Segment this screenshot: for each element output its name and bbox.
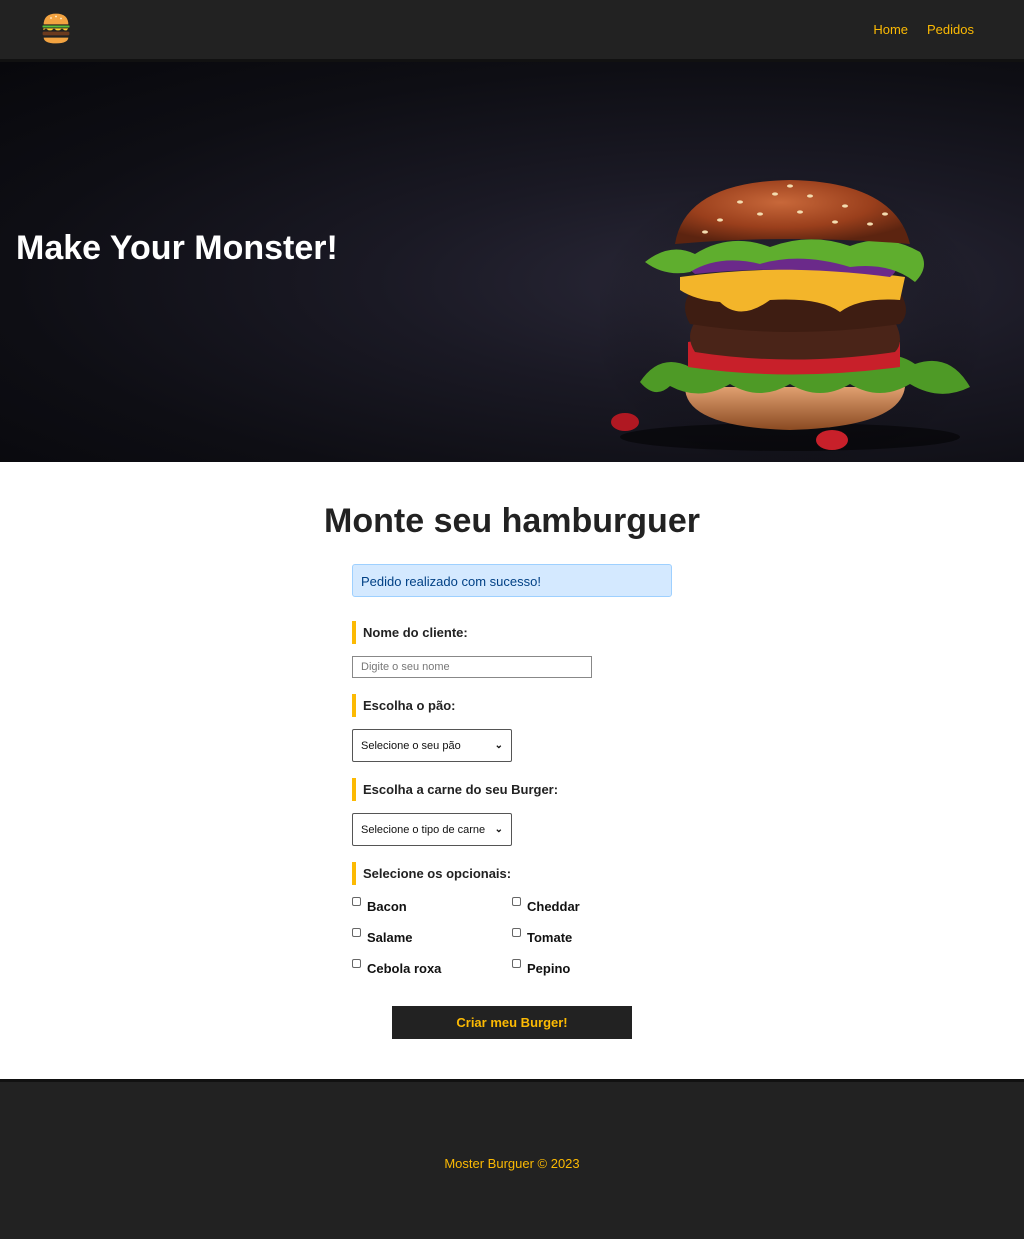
optional-label: Tomate	[527, 930, 573, 945]
optional-cebola-roxa[interactable]: Cebola roxa	[352, 959, 441, 976]
checkbox[interactable]	[352, 897, 361, 906]
footer: Moster Burguer © 2023	[0, 1079, 1024, 1239]
burger-photo	[600, 172, 980, 462]
nav-links: Home Pedidos	[873, 22, 974, 37]
meat-select[interactable]: Selecione o tipo de carne ⌄	[352, 813, 512, 846]
checkbox[interactable]	[512, 897, 521, 906]
chevron-down-icon: ⌄	[494, 824, 503, 835]
optional-label: Pepino	[527, 961, 571, 976]
optional-cheddar[interactable]: Cheddar	[512, 897, 580, 914]
optional-tomate[interactable]: Tomate	[512, 928, 572, 945]
main-content: Monte seu hamburguer Pedido realizado co…	[0, 462, 1024, 1079]
optional-label: Cebola roxa	[367, 961, 442, 976]
checkbox[interactable]	[352, 928, 361, 937]
meat-label: Escolha a carne do seu Burger:	[352, 778, 558, 801]
top-navbar: Home Pedidos	[0, 0, 1024, 62]
burger-logo-icon[interactable]	[40, 12, 72, 45]
name-label: Nome do cliente:	[352, 621, 468, 644]
meat-select-value: Selecione o tipo de carne	[361, 823, 486, 836]
nav-link-home[interactable]: Home	[873, 22, 908, 37]
optionals-label: Selecione os opcionais:	[352, 862, 511, 885]
hero-banner: Make Your Monster!	[0, 62, 1024, 462]
optional-pepino[interactable]: Pepino	[512, 959, 570, 976]
optional-label: Salame	[367, 930, 413, 945]
checkbox[interactable]	[512, 928, 521, 937]
chevron-down-icon: ⌄	[494, 740, 503, 751]
checkbox[interactable]	[352, 959, 361, 968]
footer-copyright: Moster Burguer © 2023	[444, 1156, 580, 1171]
bread-select[interactable]: Selecione o seu pão ⌄	[352, 729, 512, 762]
create-burger-button[interactable]: Criar meu Burger!	[392, 1006, 632, 1039]
nav-link-pedidos[interactable]: Pedidos	[927, 22, 974, 37]
optional-bacon[interactable]: Bacon	[352, 897, 407, 914]
optional-label: Cheddar	[527, 899, 580, 914]
hero-title: Make Your Monster!	[16, 229, 338, 267]
success-alert: Pedido realizado com sucesso!	[352, 564, 672, 597]
checkbox[interactable]	[512, 959, 521, 968]
bread-select-value: Selecione o seu pão	[361, 739, 461, 752]
name-input[interactable]	[352, 656, 592, 678]
page-title: Monte seu hamburguer	[324, 502, 700, 540]
optional-salame[interactable]: Salame	[352, 928, 413, 945]
optional-label: Bacon	[367, 899, 407, 914]
bread-label: Escolha o pão:	[352, 694, 455, 717]
